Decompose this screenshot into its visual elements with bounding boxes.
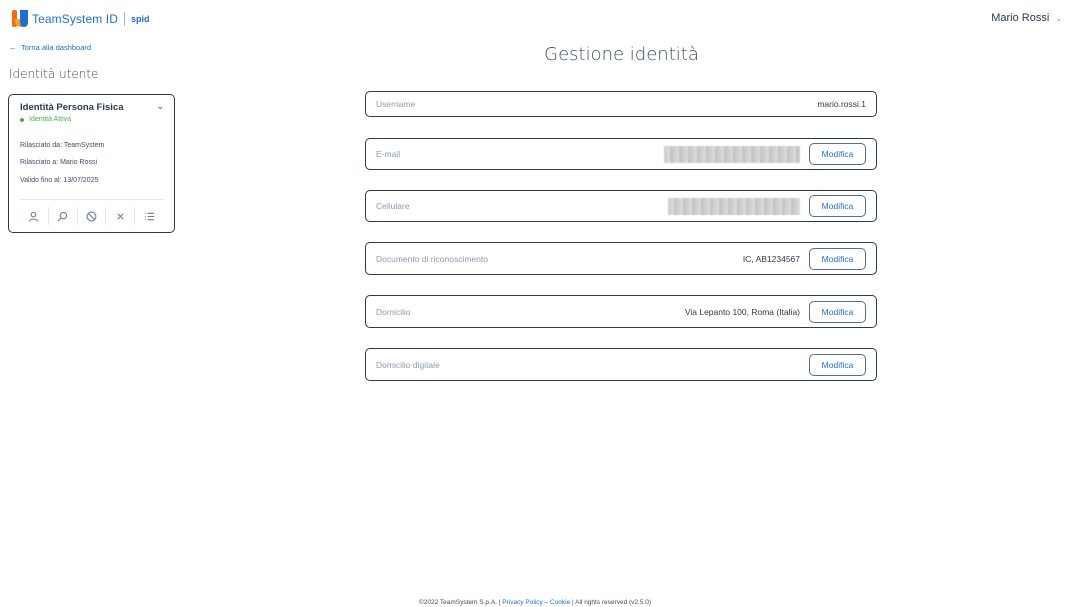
edit-id-document-button[interactable]: Modifica [809,247,866,270]
field-label: Username [376,99,416,109]
edit-email-button[interactable]: Modifica [809,143,866,165]
issued-to: Rilasciato a: Mario Rossi [20,159,98,166]
teamsystem-logo[interactable]: TeamSystem ID spid [12,10,150,27]
back-link-label: Torna alla dashboard [21,43,92,52]
block-icon[interactable] [78,207,107,225]
chevron-down-icon: ⌄ [1055,13,1062,23]
user-name: Mario Rossi [991,12,1050,24]
user-icon[interactable] [20,207,49,225]
footer-copyright: ©2022 TeamSystem S.p.A. | [418,599,503,606]
identity-status: Identità Attiva [20,116,71,123]
logo-divider [124,11,125,26]
redacted-phone-value [668,197,800,215]
cookie-link[interactable]: Cookie [550,599,570,606]
chevron-down-icon[interactable]: ⌄ [156,102,164,112]
field-label: Domicilio [376,306,411,317]
id-document-value: IC, AB1234567 [742,253,800,264]
privacy-policy-link[interactable]: Privacy Policy [502,599,542,606]
close-icon[interactable] [106,207,136,225]
issued-by: Rilasciato da: TeamSystem [20,142,105,149]
field-label: Cellulare [376,201,410,211]
identity-status-label: Identità Attiva [29,116,72,123]
top-bar: TeamSystem ID spid Mario Rossi ⌄ [0,0,1070,36]
field-label: Documento di riconoscimento [376,253,488,264]
spid-logo: spid [131,13,150,24]
arrow-left-icon: ← [9,43,17,52]
edit-digital-domicile-button[interactable]: Modifica [809,353,866,376]
footer-rights: | All rights reserved (v2.5.0) [570,599,652,606]
sidebar-title: Identità utente [9,67,99,81]
username-field: Username mario.rossi.1 [365,91,877,117]
card-actions [20,207,163,225]
status-dot-icon [20,117,24,122]
email-field: E-mail Modifica [365,138,877,170]
valid-until: Valido fino al: 13/07/2025 [20,177,99,184]
search-icon[interactable] [49,207,78,225]
brand-name: TeamSystem ID [32,11,118,26]
field-label: E-mail [376,149,401,159]
domicile-value: Via Lepanto 100, Roma (Italia) [684,306,800,317]
back-to-dashboard-link[interactable]: ← Torna alla dashboard [9,43,91,52]
redacted-email-value [664,145,800,163]
field-label: Domicilio digitale [376,359,440,370]
edit-domicile-button[interactable]: Modifica [809,300,866,323]
identity-card-title: Identità Persona Fisica [20,102,124,113]
digital-domicile-field: Domicilio digitale Modifica [365,348,877,381]
footer: ©2022 TeamSystem S.p.A. | Privacy Policy… [0,599,1070,606]
list-icon[interactable] [135,207,163,225]
card-divider [20,199,163,200]
domicile-field: Domicilio Via Lepanto 100, Roma (Italia)… [365,295,877,328]
user-menu[interactable]: Mario Rossi ⌄ [991,12,1062,24]
phone-field: Cellulare Modifica [365,190,877,222]
username-value: mario.rossi.1 [817,99,866,109]
page-title: Gestione identità [544,44,699,65]
footer-dash: – [542,599,550,606]
teamsystem-logo-icon [12,10,28,27]
edit-phone-button[interactable]: Modifica [809,195,866,217]
id-document-field: Documento di riconoscimento IC, AB123456… [365,242,877,275]
identity-card[interactable]: Identità Persona Fisica ⌄ Identità Attiv… [8,94,175,233]
